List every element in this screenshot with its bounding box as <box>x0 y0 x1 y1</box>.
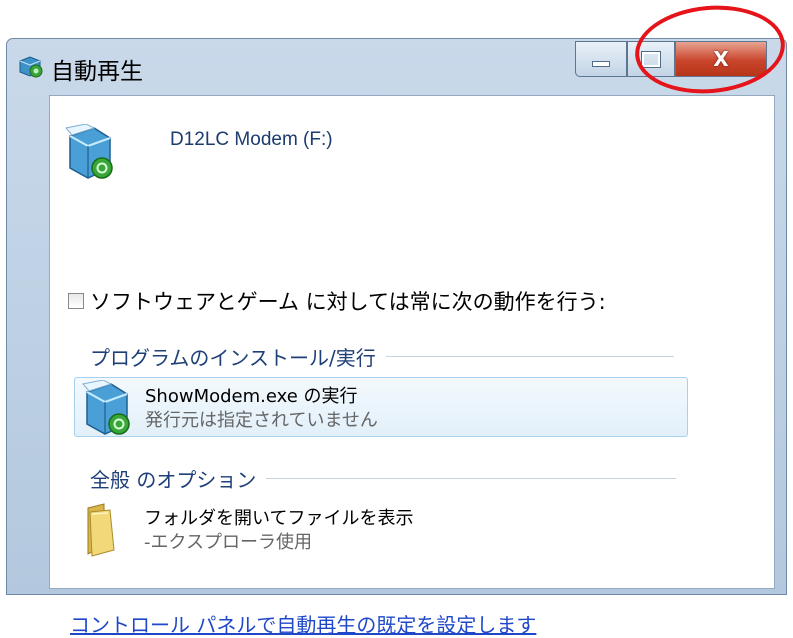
autoplay-icon <box>19 56 43 78</box>
autoplay-window: 自動再生 X D12LC Modem (F:) ソフトウェアとゲーム に対しては… <box>6 38 787 637</box>
always-do-label: ソフトウェアとゲーム に対しては常に次の動作を行う: <box>90 290 606 314</box>
minimize-button[interactable] <box>575 41 627 77</box>
option-title: フォルダを開いてファイルを表示 <box>144 508 414 529</box>
close-icon: X <box>713 47 729 71</box>
option-open-folder[interactable]: フォルダを開いてファイルを表示 -エクスプローラ使用 <box>74 500 688 560</box>
option-run-program[interactable]: ShowModem.exe の実行 発行元は指定されていません <box>74 377 688 437</box>
section-install-title: プログラムのインストール/実行 <box>90 346 376 370</box>
always-do-row[interactable]: ソフトウェアとゲーム に対しては常に次の動作を行う: <box>68 286 606 316</box>
divider <box>385 356 674 357</box>
close-button[interactable]: X <box>675 41 767 77</box>
software-box-icon <box>82 380 130 435</box>
device-name: D12LC Modem (F:) <box>170 129 333 150</box>
option-title: ShowModem.exe の実行 <box>145 386 358 407</box>
section-install-heading: プログラムのインストール/実行 <box>90 342 674 371</box>
folder-icon <box>87 503 115 557</box>
section-general-heading: 全般 のオプション <box>90 464 677 493</box>
autoplay-settings-link[interactable]: コントロール パネルで自動再生の既定を設定します <box>70 609 536 638</box>
option-subtitle: -エクスプローラ使用 <box>144 532 312 553</box>
section-general-title: 全般 のオプション <box>90 468 257 492</box>
always-do-checkbox[interactable] <box>68 293 84 309</box>
title-bar: 自動再生 X <box>7 39 786 91</box>
software-box-icon <box>65 124 113 179</box>
minimize-icon <box>592 61 610 67</box>
option-subtitle: 発行元は指定されていません <box>145 410 378 431</box>
window-title: 自動再生 <box>51 59 143 85</box>
divider <box>266 478 677 479</box>
maximize-button[interactable] <box>627 41 675 77</box>
content-panel: D12LC Modem (F:) ソフトウェアとゲーム に対しては常に次の動作を… <box>49 95 775 637</box>
maximize-icon <box>641 50 661 68</box>
